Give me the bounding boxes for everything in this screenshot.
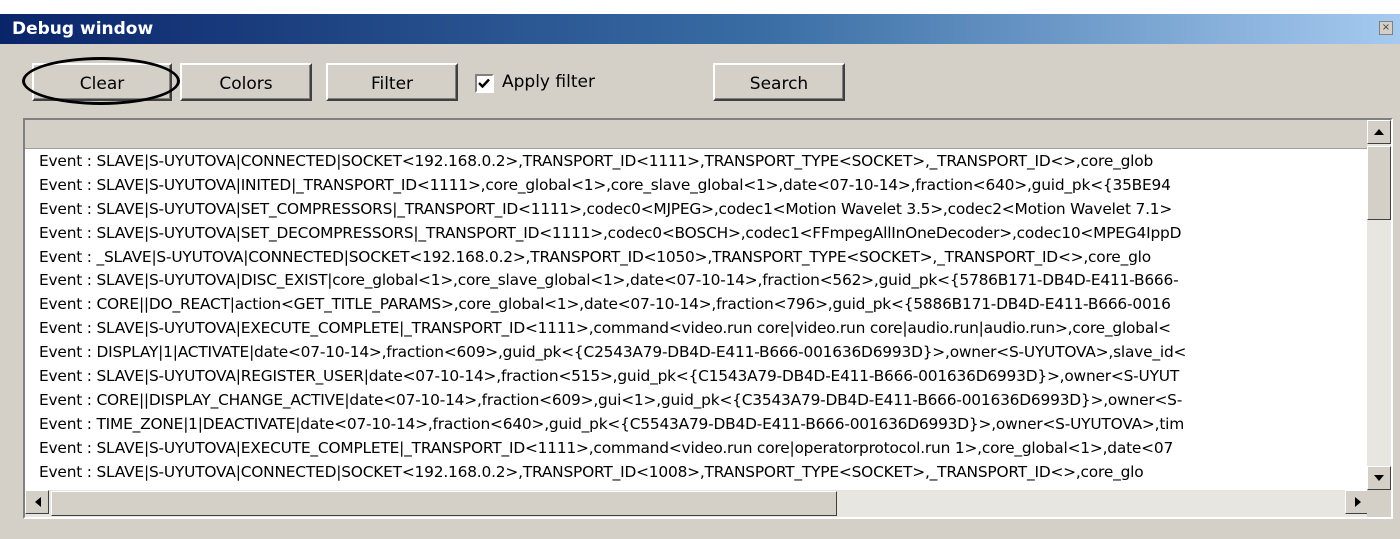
- vertical-scrollbar[interactable]: [1367, 120, 1391, 490]
- log-line[interactable]: Event : CORE||DISPLAY_CHANGE_ACTIVE|date…: [39, 389, 1369, 413]
- colors-button[interactable]: Colors: [180, 63, 312, 101]
- log-line[interactable]: Event : SLAVE|S-UYUTOVA|CONNECTED|SOCKET…: [39, 461, 1369, 485]
- log-line[interactable]: Event : SLAVE|S-UYUTOVA|SET_DECOMPRESSOR…: [39, 222, 1369, 246]
- arrow-down-icon: [1374, 475, 1384, 481]
- event-log-list[interactable]: Event : SLAVE|S-UYUTOVA|CONNECTED|SOCKET…: [23, 118, 1393, 519]
- title-bar[interactable]: Debug window ×: [0, 14, 1400, 44]
- clear-button[interactable]: Clear: [32, 63, 172, 101]
- horizontal-scroll-thumb[interactable]: [51, 491, 837, 516]
- log-line[interactable]: Event : TIME_ZONE|1|DEACTIVATE|date<07-1…: [39, 413, 1369, 437]
- log-line[interactable]: Event : SLAVE|S-UYUTOVA|INITED|_TRANSPOR…: [39, 174, 1369, 198]
- window-title: Debug window: [12, 19, 154, 39]
- search-button[interactable]: Search: [713, 63, 845, 101]
- arrow-up-icon: [1374, 129, 1384, 135]
- log-line[interactable]: Event : SLAVE|S-UYUTOVA|EXECUTE_COMPLETE…: [39, 317, 1369, 341]
- scrollbar-corner: [1367, 490, 1391, 517]
- log-line[interactable]: Event : SLAVE|S-UYUTOVA|DISC_EXIST|core_…: [39, 269, 1369, 293]
- filter-button[interactable]: Filter: [326, 63, 458, 101]
- close-icon[interactable]: ×: [1379, 21, 1393, 35]
- scroll-up-button[interactable]: [1367, 120, 1391, 144]
- apply-filter-checkbox[interactable]: [475, 74, 494, 93]
- log-line[interactable]: Event : _SLAVE|S-UYUTOVA|CONNECTED|SOCKE…: [39, 246, 1369, 270]
- log-line[interactable]: Event : SLAVE|S-UYUTOVA|CONNECTED|SOCKET…: [39, 150, 1369, 174]
- log-header: [25, 120, 1369, 149]
- log-line[interactable]: Event : DISPLAY|1|ACTIVATE|date<07-10-14…: [39, 341, 1369, 365]
- apply-filter-label[interactable]: Apply filter: [502, 72, 595, 92]
- arrow-right-icon: [1355, 497, 1361, 507]
- background-window-strip: [0, 0, 1400, 14]
- log-line[interactable]: Event : SLAVE|S-UYUTOVA|REGISTER_USER|da…: [39, 365, 1369, 389]
- log-line[interactable]: Event : SLAVE|S-UYUTOVA|SET_COMPRESSORS|…: [39, 198, 1369, 222]
- scroll-down-button[interactable]: [1367, 466, 1391, 490]
- log-line[interactable]: Event : CORE||DO_REACT|action<GET_TITLE_…: [39, 293, 1369, 317]
- scroll-right-button[interactable]: [1345, 490, 1369, 514]
- horizontal-scrollbar[interactable]: [25, 490, 1369, 517]
- vertical-scroll-thumb[interactable]: [1367, 146, 1391, 220]
- log-line[interactable]: Event : SLAVE|S-UYUTOVA|EXECUTE_COMPLETE…: [39, 437, 1369, 461]
- scroll-left-button[interactable]: [25, 490, 49, 514]
- log-lines: Event : SLAVE|S-UYUTOVA|CONNECTED|SOCKET…: [39, 150, 1369, 490]
- arrow-left-icon: [35, 497, 41, 507]
- checkmark-icon: [478, 78, 490, 89]
